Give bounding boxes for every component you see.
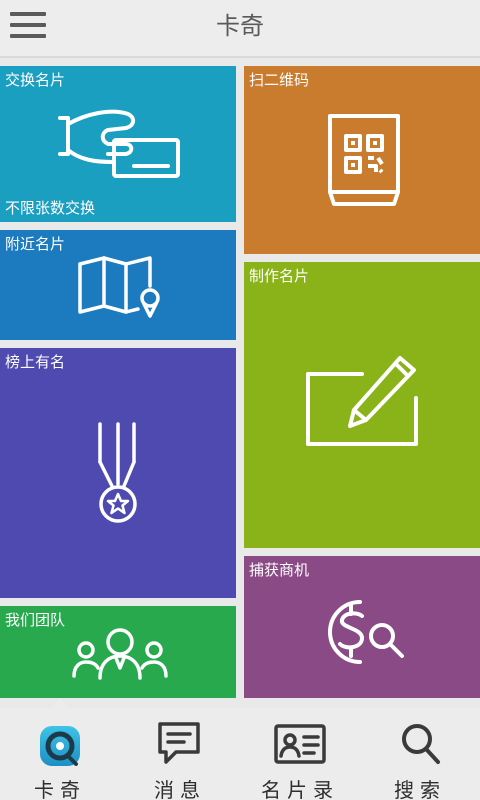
tile-ranking[interactable]: 榜上有名 (0, 348, 236, 598)
nav-label-messages: 消息 (154, 778, 206, 800)
tile-business-opportunity[interactable]: 捕获商机 (244, 556, 480, 698)
medal-icon (98, 422, 137, 523)
map-pin-icon (78, 256, 160, 318)
nav-item-search[interactable]: 搜索 (360, 708, 480, 800)
tile-nearby-cards[interactable]: 附近名片 (0, 230, 236, 340)
tile-ranking-label: 榜上有名 (5, 353, 66, 371)
page-title: 卡奇 (216, 12, 264, 40)
app-header: 卡奇 (0, 0, 480, 58)
nav-label-card-list: 名片录 (261, 778, 339, 800)
team-people-icon (72, 628, 168, 680)
tile-make-card[interactable]: 制作名片 (244, 262, 480, 548)
nav-item-kaqi[interactable]: 卡奇 (0, 708, 120, 800)
message-icon (158, 722, 200, 764)
bottom-nav: 卡奇 消息 名片录 搜索 (0, 708, 480, 800)
dollar-search-icon (328, 600, 404, 664)
tile-team-label: 我们团队 (5, 611, 66, 629)
tile-our-team[interactable]: 我们团队 (0, 606, 236, 698)
contact-card-icon (274, 724, 326, 764)
tile-exchange-label: 交换名片 (5, 71, 66, 89)
tile-scan-qr[interactable]: 扫二维码 (244, 66, 480, 254)
qr-scan-icon (328, 114, 400, 206)
app-root: 卡奇 交换名片 不限张数交换 扫二维码 附近名片 制作名片 榜上有名 捕获商机 … (0, 0, 480, 800)
tile-opportunity-label: 捕获商机 (249, 561, 310, 579)
nav-label-search: 搜索 (394, 778, 446, 800)
search-icon (402, 724, 440, 764)
tile-make-label: 制作名片 (249, 267, 310, 285)
nav-active-indicator (52, 698, 68, 708)
tile-exchange-sublabel: 不限张数交换 (5, 199, 96, 217)
hand-card-icon (58, 109, 180, 178)
tile-scan-label: 扫二维码 (249, 71, 310, 89)
kaqi-logo-icon (40, 726, 80, 766)
tile-exchange-card[interactable]: 交换名片 不限张数交换 (0, 66, 236, 222)
tile-nearby-label: 附近名片 (5, 235, 66, 253)
edit-pen-icon (306, 356, 418, 446)
nav-label-kaqi: 卡奇 (34, 778, 86, 800)
nav-item-messages[interactable]: 消息 (120, 708, 240, 800)
nav-item-card-list[interactable]: 名片录 (240, 708, 360, 800)
